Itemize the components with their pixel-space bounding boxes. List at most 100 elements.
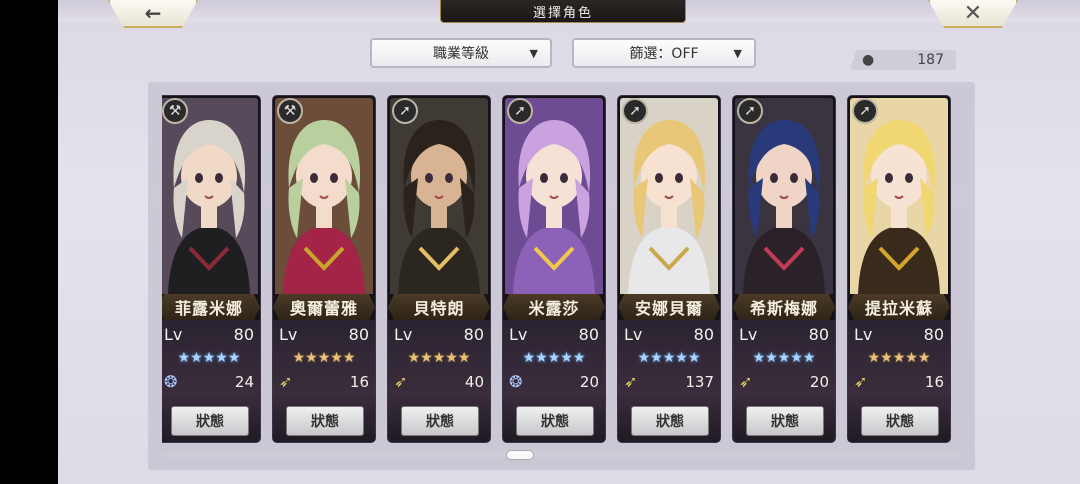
level-row: Lv 80 — [739, 325, 829, 344]
class-glyph: ➚ — [744, 103, 756, 119]
resource-value: 137 — [685, 372, 714, 391]
character-portrait[interactable] — [620, 98, 718, 294]
wing-icon: ➶ — [394, 372, 408, 391]
star-rating: ★★★★★ — [292, 350, 356, 366]
class-icon: ➚ — [852, 98, 878, 124]
wing-icon: ➶ — [739, 372, 753, 391]
sort-dropdown[interactable]: 職業等級 ▼ — [370, 38, 552, 68]
star-rating: ★★★★★ — [407, 350, 471, 366]
resource-row: ➶ 20 — [739, 372, 829, 391]
level-label: Lv — [509, 325, 528, 344]
level-row: Lv 80 — [624, 325, 714, 344]
star-rating: ★★★★★ — [177, 350, 241, 366]
resource-row: ❂ 24 — [164, 372, 254, 391]
resource-row: ➶ 16 — [854, 372, 944, 391]
swirl-icon: ❂ — [164, 372, 178, 391]
class-glyph: ➚ — [399, 103, 411, 119]
level-value: 80 — [578, 325, 599, 344]
close-button[interactable]: ✕ — [928, 0, 1018, 28]
character-name: 菲露米娜 — [162, 294, 260, 320]
resource-row: ❂ 20 — [509, 372, 599, 391]
character-card[interactable]: ➚ 提拉米蘇 Lv 80 ★★★★★ ➶ 16 狀態 — [848, 96, 950, 442]
level-label: Lv — [279, 325, 298, 344]
character-name: 貝特朗 — [388, 294, 490, 320]
status-button[interactable]: 狀態 — [171, 406, 249, 436]
status-button[interactable]: 狀態 — [746, 406, 824, 436]
character-card[interactable]: ➚ 米露莎 Lv 80 ★★★★★ ❂ 20 狀態 — [503, 96, 605, 442]
level-row: Lv 80 — [164, 325, 254, 344]
character-portrait[interactable] — [850, 98, 948, 294]
horizontal-scrollbar[interactable] — [162, 450, 960, 460]
character-portrait[interactable] — [275, 98, 373, 294]
resource-value: 24 — [234, 372, 254, 391]
status-button[interactable]: 狀態 — [861, 406, 939, 436]
class-icon: ➚ — [622, 98, 648, 124]
character-portrait[interactable] — [735, 98, 833, 294]
level-row: Lv 80 — [279, 325, 369, 344]
character-portrait[interactable] — [162, 98, 258, 294]
level-label: Lv — [739, 325, 758, 344]
chevron-down-icon: ▼ — [529, 47, 538, 60]
back-button[interactable]: ← — [108, 0, 198, 28]
status-button[interactable]: 狀態 — [516, 406, 594, 436]
card-info: Lv 80 ★★★★★ ➶ 16 狀態 — [273, 320, 375, 442]
class-glyph: ➚ — [514, 103, 526, 119]
card-info: Lv 80 ★★★★★ ➶ 20 狀態 — [733, 320, 835, 442]
class-icon: ➚ — [392, 98, 418, 124]
resource-value: 40 — [464, 372, 484, 391]
character-list-panel: ⚒ 菲露米娜 Lv 80 ★★★★★ ❂ 24 狀態 ⚒ 奧爾蕾雅 Lv 80 … — [148, 82, 975, 470]
chevron-down-icon: ▼ — [733, 47, 742, 60]
class-icon: ⚒ — [162, 98, 188, 124]
star-rating: ★★★★★ — [637, 350, 701, 366]
star-rating: ★★★★★ — [752, 350, 816, 366]
character-count-value: 187 — [917, 52, 944, 68]
card-info: Lv 80 ★★★★★ ➶ 40 狀態 — [388, 320, 490, 442]
sort-dropdown-label: 職業等級 — [433, 46, 489, 62]
character-select-screen: ← 選擇角色 ✕ 職業等級 ▼ 篩選：OFF ▼ ● 187 ⚒ 菲露米娜 Lv… — [58, 0, 1080, 484]
resource-value: 16 — [349, 372, 369, 391]
class-glyph: ⚒ — [168, 103, 182, 119]
level-value: 80 — [923, 325, 944, 344]
character-portrait[interactable] — [505, 98, 603, 294]
swirl-icon: ❂ — [509, 372, 523, 391]
character-name: 安娜貝爾 — [618, 294, 720, 320]
resource-value: 20 — [579, 372, 599, 391]
character-portrait[interactable] — [390, 98, 488, 294]
character-card[interactable]: ➚ 希斯梅娜 Lv 80 ★★★★★ ➶ 20 狀態 — [733, 96, 835, 442]
character-name: 米露莎 — [503, 294, 605, 320]
wing-icon: ➶ — [854, 372, 868, 391]
level-value: 80 — [693, 325, 714, 344]
status-button[interactable]: 狀態 — [631, 406, 709, 436]
wing-icon: ➶ — [624, 372, 638, 391]
card-info: Lv 80 ★★★★★ ➶ 137 狀態 — [618, 320, 720, 442]
character-name: 希斯梅娜 — [733, 294, 835, 320]
card-info: Lv 80 ★★★★★ ❂ 24 狀態 — [162, 320, 260, 442]
level-label: Lv — [624, 325, 643, 344]
level-row: Lv 80 — [509, 325, 599, 344]
scrollbar-thumb[interactable] — [506, 450, 534, 460]
level-value: 80 — [463, 325, 484, 344]
status-button[interactable]: 狀態 — [401, 406, 479, 436]
level-value: 80 — [348, 325, 369, 344]
filter-dropdown[interactable]: 篩選：OFF ▼ — [572, 38, 756, 68]
card-info: Lv 80 ★★★★★ ❂ 20 狀態 — [503, 320, 605, 442]
card-info: Lv 80 ★★★★★ ➶ 16 狀態 — [848, 320, 950, 442]
level-value: 80 — [233, 325, 254, 344]
class-icon: ➚ — [737, 98, 763, 124]
character-card[interactable]: ⚒ 奧爾蕾雅 Lv 80 ★★★★★ ➶ 16 狀態 — [273, 96, 375, 442]
character-card[interactable]: ➚ 安娜貝爾 Lv 80 ★★★★★ ➶ 137 狀態 — [618, 96, 720, 442]
character-card[interactable]: ⚒ 菲露米娜 Lv 80 ★★★★★ ❂ 24 狀態 — [162, 96, 260, 442]
status-button[interactable]: 狀態 — [286, 406, 364, 436]
character-card-list[interactable]: ⚒ 菲露米娜 Lv 80 ★★★★★ ❂ 24 狀態 ⚒ 奧爾蕾雅 Lv 80 … — [162, 94, 958, 444]
page-title: 選擇角色 — [440, 0, 686, 23]
resource-value: 20 — [809, 372, 829, 391]
character-name: 提拉米蘇 — [848, 294, 950, 320]
class-icon: ⚒ — [277, 98, 303, 124]
character-count: ● 187 — [850, 50, 956, 70]
class-glyph: ⚒ — [283, 103, 297, 119]
close-icon: ✕ — [963, 0, 983, 26]
back-arrow-icon: ← — [144, 1, 162, 25]
level-row: Lv 80 — [394, 325, 484, 344]
wing-icon: ➶ — [279, 372, 293, 391]
character-card[interactable]: ➚ 貝特朗 Lv 80 ★★★★★ ➶ 40 狀態 — [388, 96, 490, 442]
